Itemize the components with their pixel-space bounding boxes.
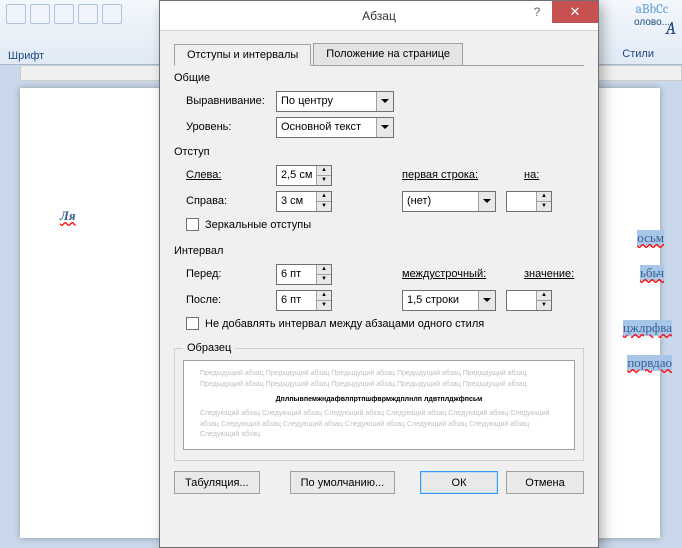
- checkbox-box: [186, 218, 199, 231]
- outline-level-label: Уровень:: [186, 121, 276, 133]
- ribbon-button[interactable]: [30, 4, 50, 24]
- spinner-buttons[interactable]: ▲▼: [316, 166, 331, 185]
- group-general: Общие Выравнивание: По центру Уровень: О…: [174, 72, 584, 138]
- preview-box: Предыдущий абзац Предыдущий абзац Предыд…: [183, 360, 575, 450]
- nospace-samestyle-label: Не добавлять интервал между абзацами одн…: [205, 318, 484, 330]
- group-spacing-title: Интервал: [174, 245, 584, 257]
- group-spacing: Интервал Перед: 6 пт ▲▼ междустрочный: з…: [174, 245, 584, 330]
- bg-text: Ля: [60, 208, 76, 224]
- outline-level-value: Основной текст: [281, 121, 361, 133]
- spinner-buttons[interactable]: ▲▼: [316, 265, 331, 284]
- style-preview-text: aBbCc: [636, 2, 669, 17]
- indent-by-label: на:: [524, 169, 539, 181]
- ribbon-group-font-label: Шрифт: [8, 50, 44, 62]
- group-general-title: Общие: [174, 72, 584, 84]
- group-preview-title: Образец: [183, 342, 235, 354]
- tab-indents[interactable]: Отступы и интервалы: [174, 44, 311, 66]
- alignment-value: По центру: [281, 95, 333, 107]
- chevron-down-icon: [376, 92, 393, 111]
- mirror-indents-checkbox[interactable]: Зеркальные отступы: [186, 218, 584, 231]
- alignment-combo[interactable]: По центру: [276, 91, 394, 112]
- indent-right-spinner[interactable]: 3 см ▲▼: [276, 191, 332, 212]
- bg-text: осьм: [637, 230, 664, 246]
- line-spacing-value: 1,5 строки: [407, 294, 459, 306]
- spinner-buttons[interactable]: ▲▼: [536, 291, 551, 310]
- ribbon-button[interactable]: [102, 4, 122, 24]
- tabs-button[interactable]: Табуляция...: [174, 471, 260, 494]
- bg-text: цжлрфва: [623, 320, 672, 336]
- preview-after-text: Следующий абзац Следующий абзац Следующи…: [200, 409, 558, 441]
- bg-text: порвдао: [627, 355, 672, 371]
- group-indent: Отступ Слева: 2,5 см ▲▼ первая строка: н…: [174, 146, 584, 231]
- indent-left-spinner[interactable]: 2,5 см ▲▼: [276, 165, 332, 186]
- group-indent-title: Отступ: [174, 146, 584, 158]
- firstline-combo[interactable]: (нет): [402, 191, 496, 212]
- line-spacing-label: междустрочный:: [402, 268, 502, 280]
- cancel-button[interactable]: Отмена: [506, 471, 584, 494]
- chevron-down-icon: [478, 192, 495, 211]
- spacing-value-label: значение:: [524, 268, 574, 280]
- close-button[interactable]: ✕: [552, 1, 598, 23]
- indent-by-spinner[interactable]: ▲▼: [506, 191, 552, 212]
- style-gallery-item[interactable]: aBbCc олово...: [634, 2, 670, 28]
- ribbon-button[interactable]: [54, 4, 74, 24]
- change-styles-icon[interactable]: A: [666, 18, 676, 39]
- firstline-value: (нет): [407, 195, 431, 207]
- chevron-down-icon: [376, 118, 393, 137]
- alignment-label: Выравнивание:: [186, 95, 276, 107]
- spinner-buttons[interactable]: ▲▼: [316, 291, 331, 310]
- mirror-indents-label: Зеркальные отступы: [205, 219, 311, 231]
- ok-button[interactable]: ОК: [420, 471, 498, 494]
- space-after-label: После:: [186, 294, 276, 306]
- group-preview: Образец Предыдущий абзац Предыдущий абза…: [174, 342, 584, 461]
- chevron-down-icon: [478, 291, 495, 310]
- default-button[interactable]: По умолчанию...: [290, 471, 396, 494]
- checkbox-box: [186, 317, 199, 330]
- preview-sample-text: Дплпывпемжндафвлпртпшфврмждплнлп лдвтплд…: [200, 396, 558, 403]
- bg-text: ьбьч: [640, 265, 664, 281]
- firstline-label: первая строка:: [402, 169, 502, 181]
- style-name: олово...: [634, 17, 670, 28]
- ribbon-group-styles-label: Стили: [622, 48, 654, 60]
- ribbon-button[interactable]: [6, 4, 26, 24]
- paragraph-dialog: Абзац ? ✕ Отступы и интервалы Положение …: [159, 0, 599, 548]
- indent-right-value: 3 см: [281, 195, 303, 207]
- spinner-buttons[interactable]: ▲▼: [536, 192, 551, 211]
- nospace-samestyle-checkbox[interactable]: Не добавлять интервал между абзацами одн…: [186, 317, 584, 330]
- space-before-spinner[interactable]: 6 пт ▲▼: [276, 264, 332, 285]
- line-spacing-combo[interactable]: 1,5 строки: [402, 290, 496, 311]
- spacing-value-spinner[interactable]: ▲▼: [506, 290, 552, 311]
- titlebar: Абзац ? ✕: [160, 1, 598, 31]
- tab-strip: Отступы и интервалы Положение на страниц…: [174, 43, 584, 66]
- spinner-buttons[interactable]: ▲▼: [316, 192, 331, 211]
- space-before-value: 6 пт: [281, 268, 301, 280]
- space-after-value: 6 пт: [281, 294, 301, 306]
- preview-before-text: Предыдущий абзац Предыдущий абзац Предыд…: [200, 369, 558, 390]
- space-before-label: Перед:: [186, 268, 276, 280]
- indent-left-value: 2,5 см: [281, 169, 312, 181]
- ribbon-button[interactable]: [78, 4, 98, 24]
- dialog-footer: Табуляция... По умолчанию... ОК Отмена: [160, 471, 598, 506]
- indent-right-label: Справа:: [186, 195, 276, 207]
- dialog-title: Абзац: [362, 9, 396, 23]
- outline-level-combo[interactable]: Основной текст: [276, 117, 394, 138]
- help-button[interactable]: ?: [522, 1, 552, 23]
- tab-position[interactable]: Положение на странице: [313, 43, 463, 65]
- space-after-spinner[interactable]: 6 пт ▲▼: [276, 290, 332, 311]
- indent-left-label: Слева:: [186, 169, 276, 181]
